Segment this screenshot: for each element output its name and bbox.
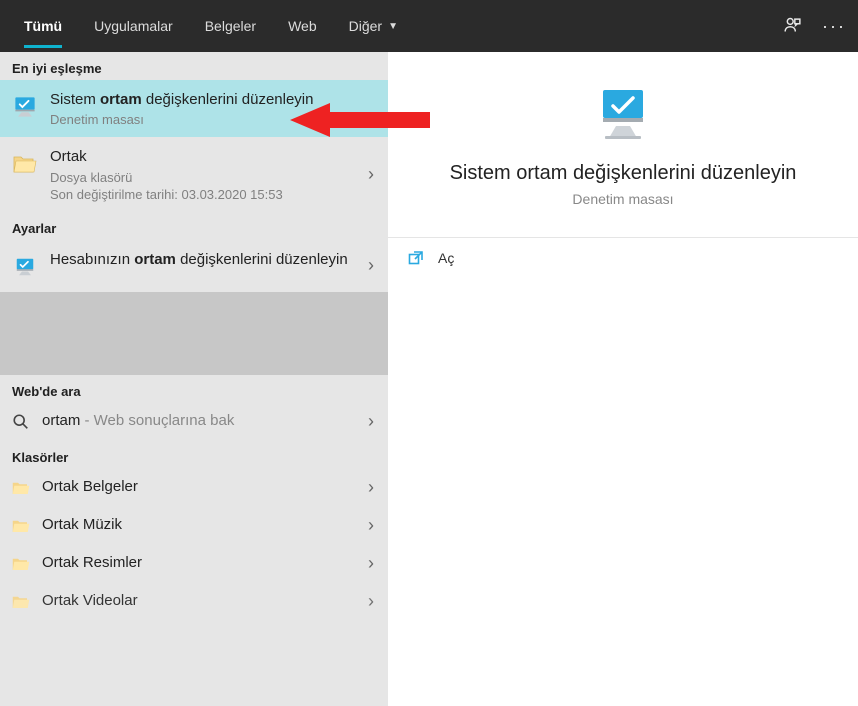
detail-pane: Sistem ortam değişkenlerini düzenleyin D… (388, 52, 858, 706)
folder-icon (10, 477, 32, 499)
environment-variables-icon (10, 252, 40, 282)
detail-icon (591, 82, 655, 146)
search-icon (10, 411, 32, 433)
section-folders: Klasörler (0, 441, 388, 469)
chevron-right-icon: › (368, 477, 374, 498)
feedback-icon[interactable] (782, 15, 804, 37)
open-label: Aç (438, 250, 454, 266)
folder-name: Ortak Resimler (42, 553, 360, 573)
detail-subtitle: Denetim masası (408, 191, 838, 207)
best-match-result[interactable]: Sistem ortam değişkenlerini düzenleyin D… (0, 80, 388, 137)
folder-result[interactable]: Ortak Belgeler › (0, 469, 388, 507)
tab-docs[interactable]: Belgeler (189, 0, 272, 52)
settings-result-env-user[interactable]: Hesabınızın ortam değişkenlerini düzenle… (0, 240, 388, 292)
section-settings: Ayarlar (0, 212, 388, 240)
settings-result-title: Hesabınızın ortam değişkenlerini düzenle… (50, 250, 360, 270)
tab-apps[interactable]: Uygulamalar (78, 0, 189, 52)
chevron-right-icon: › (368, 591, 374, 612)
results-pane: En iyi eşleşme Sistem ortam değişkenleri… (0, 52, 388, 706)
web-search-text: ortam - Web sonuçlarına bak (42, 411, 360, 431)
folder-name: Ortak Belgeler (42, 477, 360, 497)
ortak-title: Ortak (50, 147, 360, 167)
web-search-result[interactable]: ortam - Web sonuçlarına bak › (0, 403, 388, 441)
best-match-title: Sistem ortam değişkenlerini düzenleyin (50, 90, 374, 110)
best-match-subtitle: Denetim masası (50, 112, 374, 127)
redacted-item (0, 292, 388, 327)
folder-result[interactable]: Ortak Videolar › (0, 583, 388, 621)
open-action[interactable]: Aç (388, 238, 858, 278)
ortak-sub: Dosya klasörü (50, 170, 360, 185)
folder-result[interactable]: Ortak Resimler › (0, 545, 388, 583)
folder-result[interactable]: Ortak Müzik › (0, 507, 388, 545)
tab-all[interactable]: Tümü (8, 0, 78, 52)
folder-icon (10, 553, 32, 575)
tab-more-label: Diğer (349, 18, 382, 34)
tab-more[interactable]: Diğer ▼ (333, 0, 414, 52)
detail-title: Sistem ortam değişkenlerini düzenleyin (408, 162, 838, 185)
top-bar: Tümü Uygulamalar Belgeler Web Diğer ▼ ··… (0, 0, 858, 52)
folder-icon (10, 515, 32, 537)
ortak-modified: Son değiştirilme tarihi: 03.03.2020 15:5… (50, 187, 360, 202)
folder-icon (10, 591, 32, 613)
result-ortak-folder[interactable]: Ortak Dosya klasörü Son değiştirilme tar… (0, 137, 388, 211)
chevron-down-icon: ▼ (388, 21, 398, 32)
chevron-right-icon: › (368, 255, 374, 276)
more-options-icon[interactable]: ··· (822, 16, 846, 37)
search-tabs: Tümü Uygulamalar Belgeler Web Diğer ▼ (8, 0, 414, 52)
chevron-right-icon: › (368, 515, 374, 536)
folder-icon (10, 149, 40, 179)
chevron-right-icon: › (368, 164, 374, 185)
open-icon (408, 250, 428, 266)
redacted-item (0, 327, 388, 375)
folder-name: Ortak Videolar (42, 591, 360, 611)
environment-variables-icon (10, 92, 40, 122)
chevron-right-icon: › (368, 553, 374, 574)
section-best-match: En iyi eşleşme (0, 52, 388, 80)
tab-web[interactable]: Web (272, 0, 333, 52)
folder-name: Ortak Müzik (42, 515, 360, 535)
section-web-search: Web'de ara (0, 375, 388, 403)
chevron-right-icon: › (368, 411, 374, 432)
